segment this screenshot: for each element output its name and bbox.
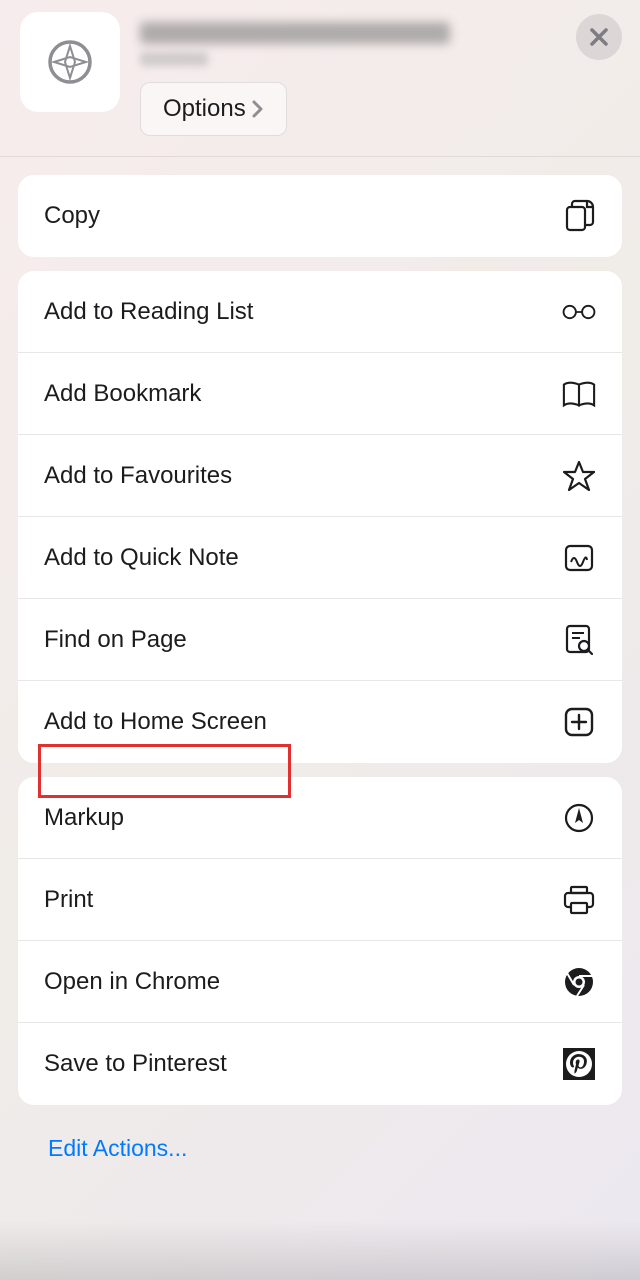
safari-app-icon <box>20 12 120 112</box>
row-label: Save to Pinterest <box>44 1052 227 1076</box>
row-label: Add to Favourites <box>44 464 232 488</box>
row-label: Add to Reading List <box>44 300 253 324</box>
glasses-icon <box>562 295 596 329</box>
chevron-right-icon <box>252 100 264 118</box>
options-button[interactable]: Options <box>140 82 287 136</box>
star-icon <box>562 459 596 493</box>
row-label: Add to Home Screen <box>44 710 267 734</box>
markup-icon <box>562 801 596 835</box>
row-add-home-screen[interactable]: Add to Home Screen <box>18 681 622 763</box>
row-label: Find on Page <box>44 628 187 652</box>
copy-icon <box>562 199 596 233</box>
chrome-icon <box>562 965 596 999</box>
quicknote-icon <box>562 541 596 575</box>
share-sheet-header: Options <box>0 0 640 157</box>
edit-actions-button[interactable]: Edit Actions... <box>18 1119 622 1178</box>
row-open-chrome[interactable]: Open in Chrome <box>18 941 622 1023</box>
row-add-favourites[interactable]: Add to Favourites <box>18 435 622 517</box>
row-add-bookmark[interactable]: Add Bookmark <box>18 353 622 435</box>
row-label: Copy <box>44 204 100 228</box>
options-label: Options <box>163 95 246 123</box>
row-label: Add Bookmark <box>44 382 201 406</box>
row-label: Print <box>44 888 93 912</box>
close-icon <box>589 27 609 47</box>
row-label: Open in Chrome <box>44 970 220 994</box>
page-title-blurred <box>140 22 450 44</box>
header-content: Options <box>140 12 620 136</box>
compass-icon <box>47 39 93 85</box>
row-add-quick-note[interactable]: Add to Quick Note <box>18 517 622 599</box>
row-add-reading-list[interactable]: Add to Reading List <box>18 271 622 353</box>
close-button[interactable] <box>576 14 622 60</box>
print-icon <box>562 883 596 917</box>
find-icon <box>562 623 596 657</box>
page-subtitle-blurred <box>140 52 208 66</box>
pinterest-icon <box>562 1047 596 1081</box>
row-find-on-page[interactable]: Find on Page <box>18 599 622 681</box>
row-print[interactable]: Print <box>18 859 622 941</box>
row-label: Markup <box>44 806 124 830</box>
row-copy[interactable]: Copy <box>18 175 622 257</box>
share-sheet-body: Copy Add to Reading List Add <box>0 157 640 1196</box>
plus-square-icon <box>562 705 596 739</box>
bottom-shadow <box>0 1220 640 1280</box>
book-icon <box>562 377 596 411</box>
row-save-pinterest[interactable]: Save to Pinterest <box>18 1023 622 1105</box>
action-group-1: Copy <box>18 175 622 257</box>
action-group-2: Add to Reading List Add Bookmark Add to … <box>18 271 622 763</box>
action-group-3: Markup Print Open in Chrome <box>18 777 622 1105</box>
edit-actions-label: Edit Actions... <box>48 1135 187 1161</box>
row-markup[interactable]: Markup <box>18 777 622 859</box>
row-label: Add to Quick Note <box>44 546 239 570</box>
